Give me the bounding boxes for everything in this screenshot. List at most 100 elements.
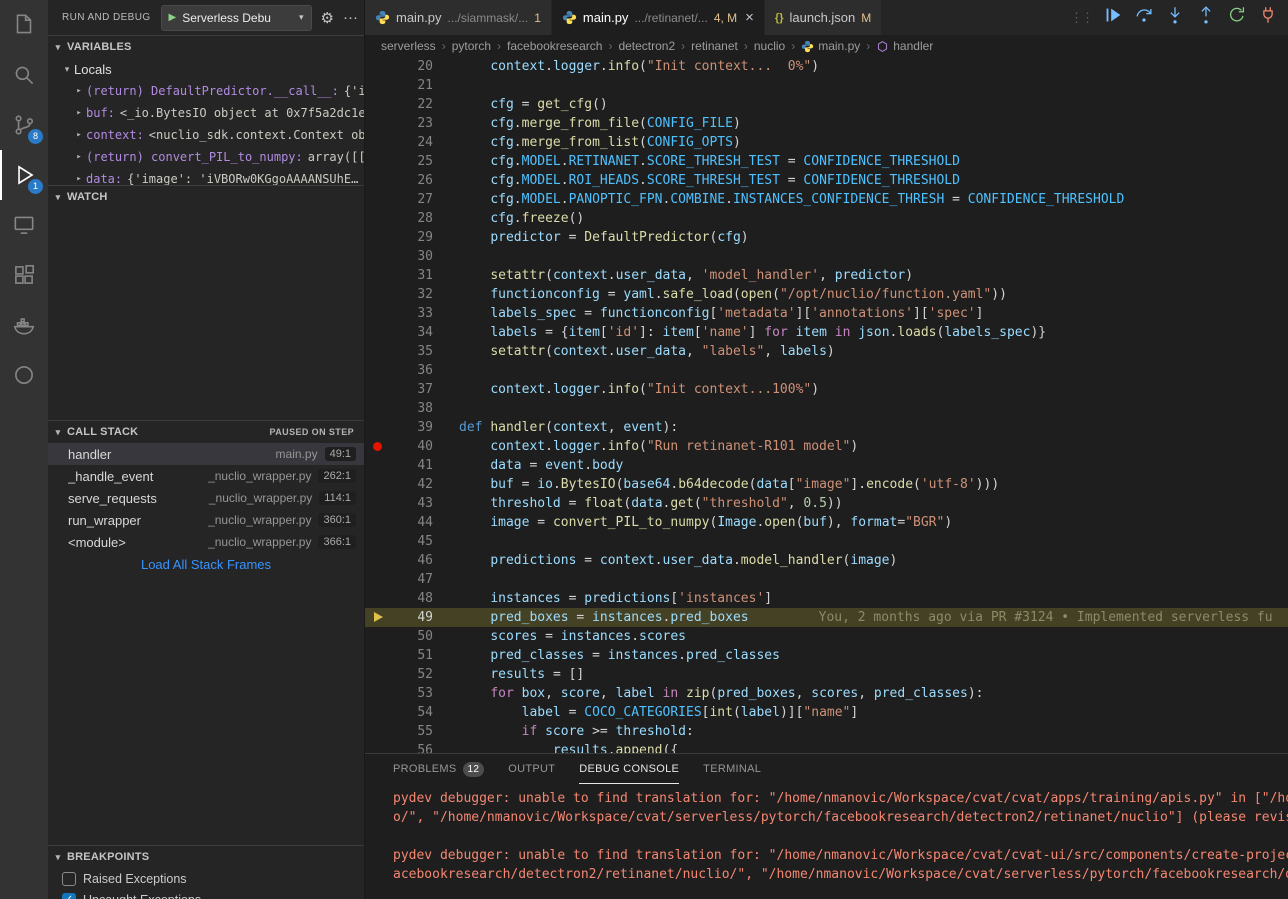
- glyph-margin[interactable]: [365, 475, 393, 494]
- code-line[interactable]: 56 results.append({: [365, 741, 1288, 753]
- glyph-margin[interactable]: [365, 589, 393, 608]
- activity-item-run-and-debug[interactable]: 1: [0, 150, 48, 200]
- glyph-margin[interactable]: [365, 266, 393, 285]
- breakpoint-item[interactable]: Raised Exceptions: [48, 868, 364, 889]
- glyph-margin[interactable]: [365, 304, 393, 323]
- continue-button[interactable]: [1100, 5, 1125, 30]
- code-line[interactable]: 46 predictions = context.user_data.model…: [365, 551, 1288, 570]
- panel-tab-output[interactable]: OUTPUT: [508, 754, 555, 784]
- breadcrumb-item[interactable]: pytorch: [452, 39, 491, 53]
- code-line[interactable]: 21: [365, 76, 1288, 95]
- glyph-margin[interactable]: [365, 513, 393, 532]
- code-line[interactable]: 54 label = COCO_CATEGORIES[int(label)]["…: [365, 703, 1288, 722]
- glyph-margin[interactable]: [365, 190, 393, 209]
- code-line[interactable]: 23 cfg.merge_from_file(CONFIG_FILE): [365, 114, 1288, 133]
- glyph-margin[interactable]: [365, 570, 393, 589]
- close-icon[interactable]: ×: [745, 9, 754, 26]
- activity-item-extensions[interactable]: [0, 250, 48, 300]
- checkbox[interactable]: [62, 872, 76, 886]
- activity-item-source-control[interactable]: 8: [0, 100, 48, 150]
- breadcrumb-item[interactable]: retinanet: [691, 39, 738, 53]
- variable-row[interactable]: ▸(return) convert_PIL_to_numpy:array([[[…: [48, 146, 364, 168]
- glyph-margin[interactable]: [365, 684, 393, 703]
- tab-launch.json[interactable]: {}launch.jsonM: [765, 0, 882, 35]
- code-line[interactable]: 40 context.logger.info("Run retinanet-R1…: [365, 437, 1288, 456]
- activity-item-remote-explorer[interactable]: [0, 200, 48, 250]
- variable-row[interactable]: ▸(return) DefaultPredictor.__call__:{'in…: [48, 80, 364, 102]
- code-line[interactable]: 22 cfg = get_cfg(): [365, 95, 1288, 114]
- code-line[interactable]: 33 labels_spec = functionconfig['metadat…: [365, 304, 1288, 323]
- glyph-margin[interactable]: [365, 114, 393, 133]
- restart-button[interactable]: [1224, 5, 1249, 30]
- code-line[interactable]: 43 threshold = float(data.get("threshold…: [365, 494, 1288, 513]
- call-stack-section-header[interactable]: ▾ CALL STACK PAUSED ON STEP: [48, 421, 364, 443]
- code-line[interactable]: 27 cfg.MODEL.PANOPTIC_FPN.COMBINE.INSTAN…: [365, 190, 1288, 209]
- code-line[interactable]: 39def handler(context, event):: [365, 418, 1288, 437]
- code-line[interactable]: 51 pred_classes = instances.pred_classes: [365, 646, 1288, 665]
- stack-frame[interactable]: serve_requests_nuclio_wrapper.py114:1: [48, 487, 364, 509]
- code-line[interactable]: 30: [365, 247, 1288, 266]
- variable-row[interactable]: ▸buf:<_io.BytesIO object at 0x7f5a2dc1ec…: [48, 102, 364, 124]
- debug-config-dropdown[interactable]: ▶ Serverless Debu ▾: [161, 5, 312, 31]
- glyph-margin[interactable]: [365, 285, 393, 304]
- stack-frame[interactable]: <module>_nuclio_wrapper.py366:1: [48, 531, 364, 553]
- glyph-margin[interactable]: [365, 228, 393, 247]
- debug-console-output[interactable]: pydev debugger: unable to find translati…: [365, 784, 1288, 899]
- code-line[interactable]: 24 cfg.merge_from_list(CONFIG_OPTS): [365, 133, 1288, 152]
- glyph-margin[interactable]: [365, 95, 393, 114]
- step-out-button[interactable]: [1193, 5, 1218, 30]
- code-line[interactable]: 45: [365, 532, 1288, 551]
- disconnect-button[interactable]: [1255, 5, 1280, 30]
- variables-scope-locals[interactable]: ▾Locals: [48, 58, 364, 80]
- glyph-margin[interactable]: [365, 209, 393, 228]
- glyph-margin[interactable]: [365, 76, 393, 95]
- activity-item-explorer[interactable]: [0, 0, 48, 50]
- panel-tab-problems[interactable]: PROBLEMS12: [393, 754, 484, 784]
- glyph-margin[interactable]: [365, 646, 393, 665]
- glyph-margin[interactable]: [365, 57, 393, 76]
- glyph-margin[interactable]: [365, 494, 393, 513]
- glyph-margin[interactable]: [365, 551, 393, 570]
- load-all-stack-frames-link[interactable]: Load All Stack Frames: [48, 553, 364, 577]
- step-into-button[interactable]: [1162, 5, 1187, 30]
- code-line[interactable]: 36: [365, 361, 1288, 380]
- variable-row[interactable]: ▸context:<nuclio_sdk.context.Context obj…: [48, 124, 364, 146]
- glyph-margin[interactable]: [365, 456, 393, 475]
- glyph-margin[interactable]: [365, 627, 393, 646]
- code-line[interactable]: 50 scores = instances.scores: [365, 627, 1288, 646]
- glyph-margin[interactable]: [365, 323, 393, 342]
- glyph-margin[interactable]: [365, 247, 393, 266]
- glyph-margin[interactable]: [365, 399, 393, 418]
- code-line[interactable]: 38: [365, 399, 1288, 418]
- code-line[interactable]: 52 results = []: [365, 665, 1288, 684]
- stack-frame[interactable]: handlermain.py49:1: [48, 443, 364, 465]
- tab-main.py[interactable]: main.py.../siammask/...1: [365, 0, 552, 35]
- code-line[interactable]: 55 if score >= threshold:: [365, 722, 1288, 741]
- glyph-margin[interactable]: [365, 133, 393, 152]
- glyph-margin[interactable]: [365, 532, 393, 551]
- code-line[interactable]: 37 context.logger.info("Init context...1…: [365, 380, 1288, 399]
- code-line[interactable]: 31 setattr(context.user_data, 'model_han…: [365, 266, 1288, 285]
- panel-tab-debug-console[interactable]: DEBUG CONSOLE: [579, 754, 679, 784]
- activity-item-docker[interactable]: [0, 300, 48, 350]
- glyph-margin[interactable]: [365, 741, 393, 753]
- code-line[interactable]: 47: [365, 570, 1288, 589]
- code-line[interactable]: 44 image = convert_PIL_to_numpy(Image.op…: [365, 513, 1288, 532]
- stack-frame[interactable]: _handle_event_nuclio_wrapper.py262:1: [48, 465, 364, 487]
- glyph-margin[interactable]: [365, 608, 393, 627]
- code-line[interactable]: 35 setattr(context.user_data, "labels", …: [365, 342, 1288, 361]
- stack-frame[interactable]: run_wrapper_nuclio_wrapper.py360:1: [48, 509, 364, 531]
- glyph-margin[interactable]: [365, 152, 393, 171]
- activity-item-live-share[interactable]: [0, 350, 48, 400]
- breadcrumb-item[interactable]: detectron2: [618, 39, 675, 53]
- code-line[interactable]: 48 instances = predictions['instances']: [365, 589, 1288, 608]
- more-actions-icon[interactable]: ···: [343, 9, 358, 26]
- glyph-margin[interactable]: [365, 722, 393, 741]
- tab-main.py[interactable]: main.py.../retinanet/...4, M×: [552, 0, 765, 35]
- breadcrumb-item[interactable]: main.py: [801, 39, 860, 53]
- breadcrumb-item[interactable]: facebookresearch: [507, 39, 602, 53]
- code-line[interactable]: 32 functionconfig = yaml.safe_load(open(…: [365, 285, 1288, 304]
- code-line[interactable]: 25 cfg.MODEL.RETINANET.SCORE_THRESH_TEST…: [365, 152, 1288, 171]
- breadcrumb-item[interactable]: serverless: [381, 39, 436, 53]
- code-line[interactable]: 20 context.logger.info("Init context... …: [365, 57, 1288, 76]
